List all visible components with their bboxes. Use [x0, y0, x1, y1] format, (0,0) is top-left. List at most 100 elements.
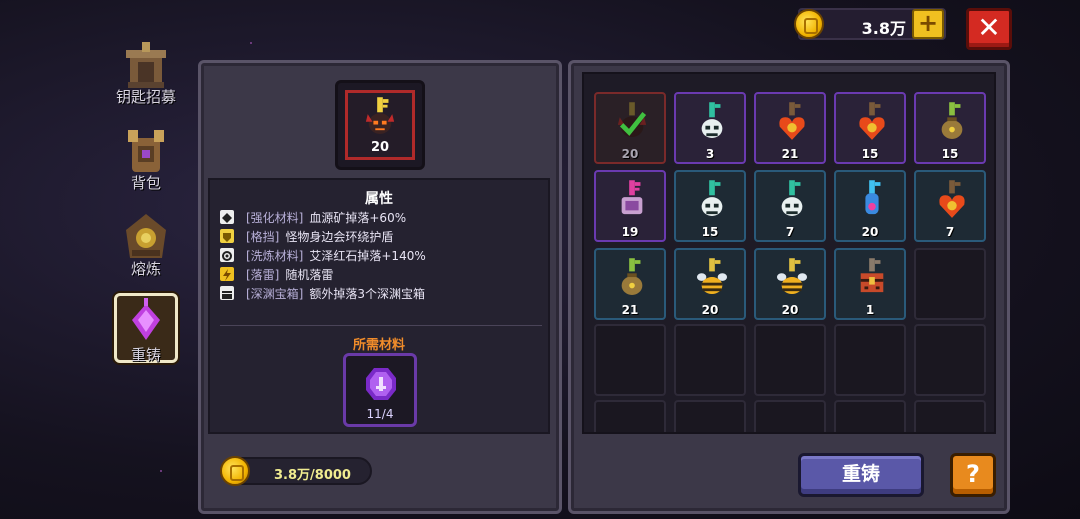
selected-item-frame[interactable]: 20: [335, 80, 425, 170]
attribute-tag: [强化材料]: [246, 210, 304, 225]
slot-count: 20: [701, 303, 719, 317]
help-button[interactable]: ?: [950, 453, 996, 497]
slot-count: 15: [701, 225, 719, 239]
selected-item-count: 20: [370, 140, 390, 155]
inventory-slot[interactable]: 15: [674, 170, 746, 242]
attribute-row: [强化材料] 血源矿掉落+60%: [220, 208, 406, 226]
attribute-desc: 随机落雷: [285, 267, 334, 282]
inventory-slot[interactable]: 19: [594, 170, 666, 242]
inventory-slot[interactable]: 3: [674, 92, 746, 164]
diamond-icon: [220, 210, 234, 224]
inventory-slot-empty[interactable]: [834, 324, 906, 396]
required-material-count: 11/4: [366, 407, 394, 421]
attributes-title: 属性: [365, 191, 393, 207]
attribute-tag: [格挡]: [246, 229, 280, 244]
attribute-row: [格挡] 怪物身边会环绕护盾: [220, 227, 393, 245]
selected-item-slot: 20: [345, 90, 415, 160]
heart-key-icon: [859, 102, 885, 140]
coin-icon: [220, 456, 250, 486]
demon-key-selected-icon: [617, 102, 647, 138]
inventory-slot[interactable]: 20: [594, 92, 666, 164]
bee-key-icon: [776, 258, 808, 294]
inventory-slot-empty[interactable]: [914, 248, 986, 320]
inventory-grid: 20 3 21 15 15 19 15 7 20 7 21 20 20 1: [582, 72, 996, 434]
slot-count: 15: [861, 147, 879, 161]
slot-count: 20: [861, 225, 879, 239]
close-button[interactable]: ✕: [966, 8, 1012, 50]
inventory-slot-empty[interactable]: [594, 324, 666, 396]
attribute-tag: [洗炼材料]: [246, 248, 304, 263]
attribute-row: [深渊宝箱] 额外掉落3个深渊宝箱: [220, 284, 425, 302]
inventory-slot-empty[interactable]: [674, 324, 746, 396]
nav-item-smelt[interactable]: 熔炼: [108, 210, 184, 279]
crystal-key-icon: [865, 180, 881, 215]
attribute-desc: 艾泽红石掉落+140%: [309, 248, 426, 263]
skull-key-icon: [781, 180, 803, 216]
inventory-slot[interactable]: 20: [834, 170, 906, 242]
inventory-slot-empty[interactable]: [834, 400, 906, 432]
inventory-slot-empty[interactable]: [754, 324, 826, 396]
attribute-desc: 额外掉落3个深渊宝箱: [309, 286, 426, 301]
attributes-box: 属性 [强化材料] 血源矿掉落+60% [格挡] 怪物身边会环绕护盾 [洗炼材料…: [208, 178, 550, 434]
slot-count: 20: [621, 147, 639, 161]
attribute-tag: [落雷]: [246, 267, 280, 282]
inventory-slot[interactable]: 7: [914, 170, 986, 242]
inventory-slot[interactable]: 21: [594, 248, 666, 320]
inventory-slot[interactable]: 20: [754, 248, 826, 320]
inventory-slot[interactable]: 15: [834, 92, 906, 164]
cost-text: 3.8万/8000: [274, 468, 351, 483]
inventory-slot-empty[interactable]: [914, 324, 986, 396]
chest-icon: [220, 286, 234, 300]
inventory-slot[interactable]: 15: [914, 92, 986, 164]
pink-key-icon: [621, 180, 643, 215]
slot-count: 7: [945, 225, 955, 239]
slot-count: 19: [621, 225, 639, 239]
slot-count: 15: [941, 147, 959, 161]
required-material-slot[interactable]: 11/4: [343, 353, 417, 427]
nav-item-backpack[interactable]: 背包: [108, 124, 184, 193]
demon-key-icon: [365, 97, 395, 134]
reforge-icon: [120, 296, 172, 348]
inventory-slot[interactable]: 21: [754, 92, 826, 164]
slot-count: 1: [865, 303, 875, 317]
inventory-slot-empty[interactable]: [914, 400, 986, 432]
heart-key-icon: [939, 180, 965, 218]
lightning-icon: [220, 267, 234, 281]
inventory-slot-empty[interactable]: [674, 400, 746, 432]
attribute-tag: [深渊宝箱]: [246, 286, 304, 301]
bag-key-icon: [621, 258, 643, 295]
chest-key-icon: [860, 258, 884, 293]
inventory-slot-empty[interactable]: [754, 400, 826, 432]
attribute-row: [落雷] 随机落雷: [220, 265, 333, 283]
shrine-icon: [120, 38, 172, 90]
inventory-slot-empty[interactable]: [594, 400, 666, 432]
divider: [220, 325, 542, 326]
slot-count: 20: [781, 303, 799, 317]
reforge-button[interactable]: 重铸: [798, 453, 924, 497]
slot-count: 21: [781, 147, 799, 161]
add-currency-button[interactable]: +: [912, 9, 944, 39]
heart-key-icon: [779, 102, 805, 140]
bee-key-icon: [696, 258, 728, 294]
skull-key-icon: [701, 102, 723, 138]
currency-amount: 3.8万: [861, 19, 906, 38]
required-materials-title: 所需材料: [352, 338, 405, 353]
backpack-icon: [120, 124, 172, 176]
skull-key-icon: [701, 180, 723, 216]
attribute-row: [洗炼材料] 艾泽红石掉落+140%: [220, 246, 426, 264]
purple-gem-icon: [366, 368, 396, 400]
inventory-slot[interactable]: 7: [754, 170, 826, 242]
nav-item-reforge[interactable]: 重铸: [108, 296, 184, 365]
coin-icon: [794, 9, 824, 39]
nav-item-key-recruit[interactable]: 钥匙招募: [108, 38, 184, 107]
shield-icon: [220, 229, 234, 243]
inventory-slot[interactable]: 1: [834, 248, 906, 320]
furnace-icon: [120, 210, 172, 262]
slot-count: 3: [705, 147, 715, 161]
slot-count: 21: [621, 303, 639, 317]
inventory-slot[interactable]: 20: [674, 248, 746, 320]
gear-icon: [220, 248, 234, 262]
slot-count: 7: [785, 225, 795, 239]
attribute-desc: 怪物身边会环绕护盾: [285, 229, 394, 244]
attribute-desc: 血源矿掉落+60%: [309, 210, 407, 225]
